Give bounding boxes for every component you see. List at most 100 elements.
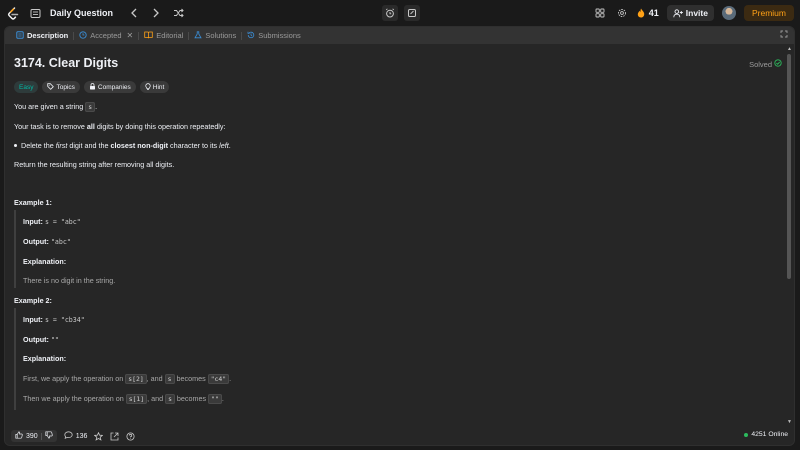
- inline-code: s: [164, 374, 175, 384]
- tab-submissions[interactable]: Submissions: [242, 27, 306, 44]
- note-icon: [405, 6, 419, 20]
- invite-label: Invite: [685, 8, 708, 18]
- history-icon: [247, 31, 255, 41]
- alarm-clock-icon: [383, 6, 397, 20]
- tab-label: Description: [27, 31, 69, 40]
- problem-intro: You are given a string s.: [14, 102, 97, 112]
- star-icon[interactable]: [94, 431, 104, 441]
- tab-description[interactable]: Description: [11, 27, 73, 44]
- example-2-explanation-line-2: Then we apply the operation on s[1], and…: [23, 394, 224, 404]
- expand-icon[interactable]: [780, 30, 788, 40]
- example-2-input: Input: s = "cb34": [23, 315, 85, 324]
- tab-accepted[interactable]: Accepted ✕: [74, 27, 138, 44]
- tab-label: Editorial: [156, 31, 184, 40]
- book-icon: [144, 31, 153, 41]
- tab-label: Accepted: [90, 31, 122, 40]
- scroll-up-arrow-icon[interactable]: ▲: [787, 46, 792, 52]
- daily-question-link[interactable]: Daily Question: [50, 8, 113, 18]
- problem-task: Your task is to remove all digits by doi…: [14, 122, 226, 131]
- premium-button[interactable]: Premium: [743, 5, 794, 21]
- bottom-action-bar: 390 136 4251 Online: [5, 427, 794, 445]
- text: , and: [147, 394, 166, 403]
- tab-editorial[interactable]: Editorial: [139, 27, 188, 44]
- lightbulb-icon: [145, 82, 151, 92]
- tag-icon: [47, 82, 55, 92]
- example-2-heading: Example 2:: [14, 296, 52, 305]
- code-value: "": [50, 336, 59, 344]
- solved-status: Solved: [749, 59, 782, 69]
- close-icon[interactable]: ✕: [127, 31, 134, 40]
- thumbs-up-icon[interactable]: [15, 431, 23, 441]
- add-user-icon: [673, 6, 683, 20]
- text: Delete the: [21, 141, 56, 150]
- leetcode-logo-icon[interactable]: [6, 6, 20, 20]
- example-2-explanation-label: Explanation:: [23, 354, 66, 363]
- text: .: [95, 102, 98, 111]
- share-icon[interactable]: [110, 432, 119, 441]
- lock-icon: [89, 82, 96, 92]
- like-count: 390: [26, 432, 38, 440]
- thumbs-down-icon[interactable]: [45, 431, 53, 441]
- label: Input:: [23, 315, 43, 324]
- tab-solutions[interactable]: Solutions: [189, 27, 241, 44]
- page-title: 3174. Clear Digits: [14, 56, 119, 70]
- example-2-output: Output: "": [23, 335, 59, 344]
- example-1-heading: Example 1:: [14, 198, 52, 207]
- tab-label: Submissions: [258, 31, 301, 40]
- chip-label: Hint: [152, 83, 165, 91]
- comments-button[interactable]: 136: [64, 431, 87, 441]
- code-value: s = "cb34": [44, 316, 85, 324]
- notes-button[interactable]: [404, 5, 420, 21]
- text: Then we apply the operation on: [23, 394, 126, 403]
- layout-grid-icon[interactable]: [593, 6, 607, 20]
- invite-button[interactable]: Invite: [666, 5, 714, 21]
- hint-chip[interactable]: Hint: [139, 81, 170, 93]
- timer-button[interactable]: [382, 5, 398, 21]
- avatar[interactable]: [721, 6, 736, 20]
- top-navigation-bar: Daily Question 41 Invite Premium: [0, 0, 800, 26]
- description-icon: [16, 30, 24, 41]
- example-1-block: [14, 210, 23, 288]
- inline-code: s[1]: [125, 394, 148, 404]
- label: Output:: [23, 335, 49, 344]
- text: You are given a string: [14, 102, 86, 111]
- italic-text: left: [219, 141, 229, 150]
- difficulty-badge: Easy: [14, 81, 39, 93]
- tag-chips: Easy Topics Companies Hint: [14, 81, 170, 93]
- scrollbar-thumb[interactable]: [787, 54, 791, 279]
- help-circle-icon[interactable]: [126, 432, 135, 441]
- vote-group: 390: [11, 430, 57, 442]
- text: becomes: [174, 394, 209, 403]
- label: Input:: [23, 217, 43, 226]
- settings-gear-icon[interactable]: [615, 6, 629, 20]
- shuffle-icon[interactable]: [171, 6, 185, 20]
- text: digit and the: [67, 141, 111, 150]
- scroll-down-arrow-icon[interactable]: ▼: [787, 419, 792, 425]
- problem-return: Return the resulting string after removi…: [14, 160, 175, 169]
- bold-text: closest non-digit: [110, 141, 169, 150]
- bullet-dot: [14, 144, 17, 148]
- scrollbar[interactable]: [786, 44, 792, 427]
- description-panel: Description Accepted ✕ Editorial Solutio…: [4, 26, 795, 446]
- inline-code: s[2]: [125, 374, 147, 384]
- problem-content: 3174. Clear Digits Solved Easy Topics Co…: [5, 44, 784, 427]
- label: Explanation:: [23, 257, 67, 266]
- topics-chip[interactable]: Topics: [42, 81, 80, 93]
- flask-icon: [194, 30, 203, 41]
- inline-code: "": [208, 394, 222, 404]
- text: .: [228, 141, 231, 150]
- chevron-right-icon[interactable]: [149, 6, 163, 20]
- code-value: "abc": [50, 238, 71, 246]
- problem-list-icon[interactable]: [28, 6, 42, 20]
- code-value: s = "abc": [44, 218, 81, 226]
- tab-bar: Description Accepted ✕ Editorial Solutio…: [5, 27, 794, 44]
- inline-code: s: [85, 102, 96, 112]
- example-1-explanation: There is no digit in the string.: [23, 276, 116, 285]
- chevron-left-icon[interactable]: [127, 6, 141, 20]
- streak-counter[interactable]: 41: [637, 6, 659, 20]
- text: .: [221, 394, 224, 403]
- companies-chip[interactable]: Companies: [83, 81, 136, 93]
- label: Explanation:: [23, 354, 67, 363]
- divider: [40, 432, 42, 440]
- chip-label: Companies: [97, 83, 131, 91]
